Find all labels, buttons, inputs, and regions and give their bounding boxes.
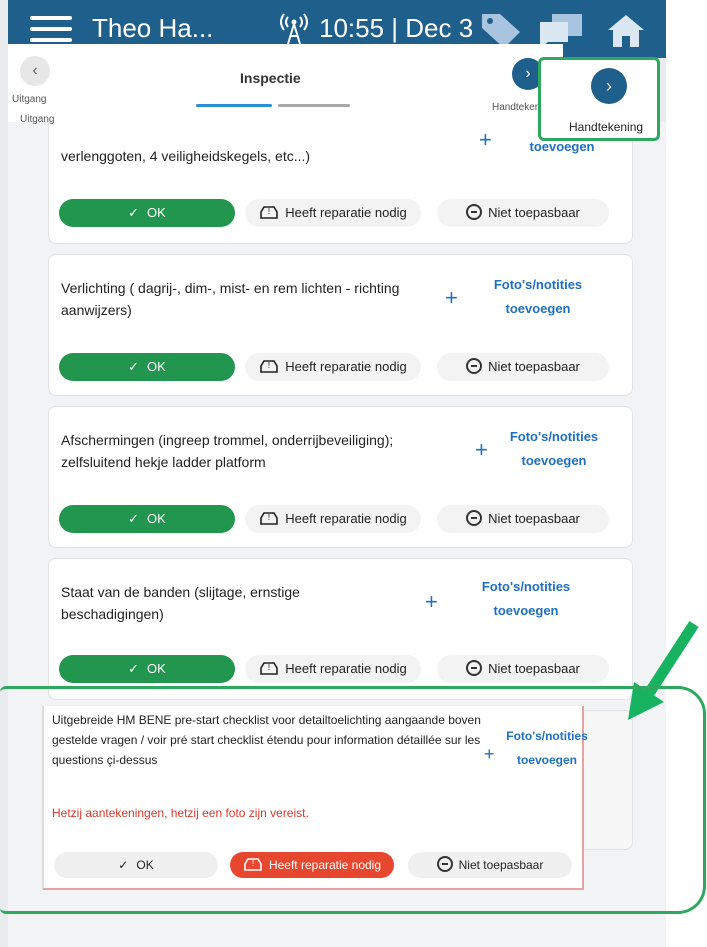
signature-zoom-highlight: › Handtekening (538, 57, 660, 141)
not-applicable-button[interactable]: Niet toepasbaar (437, 353, 609, 381)
not-applicable-button[interactable]: Niet toepasbaar (437, 199, 609, 227)
checklist-item-text: Afschermingen (ingreep trommel, onderrij… (61, 432, 394, 470)
svg-text:!: ! (268, 207, 270, 216)
repair-needed-button[interactable]: ! Heeft reparatie nodig (245, 505, 421, 533)
car-warning-icon: ! (260, 206, 279, 219)
plus-icon[interactable]: + (479, 127, 492, 153)
repair-needed-button[interactable]: ! Heeft reparatie nodig (245, 353, 421, 381)
minus-circle-icon (466, 510, 483, 526)
not-applicable-button[interactable]: Niet toepasbaar (408, 852, 572, 878)
car-warning-icon: ! (260, 360, 279, 373)
checklist-item-text: verlenggoten, 4 veiligheidskegels, etc..… (61, 148, 311, 164)
photo-notes-link[interactable]: Foto's/notities toevoegen (504, 724, 590, 772)
plus-icon[interactable]: + (475, 437, 488, 463)
svg-text:!: ! (268, 361, 270, 370)
svg-text:!: ! (268, 513, 270, 522)
checklist-item: Staat van de banden (slijtage, ernstige … (48, 558, 633, 700)
checklist-item: Afschermingen (ingreep trommel, onderrij… (48, 406, 633, 548)
car-warning-icon: ! (260, 662, 279, 675)
menu-icon[interactable] (30, 16, 72, 42)
inspection-header: ‹ Uitgang Uitgang Inspectie › Handtekeni… (8, 44, 563, 125)
ok-button[interactable]: ✓ OK (59, 199, 235, 227)
not-applicable-button[interactable]: Niet toepasbaar (437, 655, 609, 683)
repair-needed-button[interactable]: ! Heeft reparatie nodig (245, 199, 421, 227)
checklist-item-text: Verlichting ( dagrij-, dim-, mist- en re… (61, 280, 400, 318)
clock: 10:55 | Dec 3 (319, 13, 474, 43)
ok-button[interactable]: ✓ OK (59, 353, 235, 381)
repair-needed-button[interactable]: ! Heeft reparatie nodig (245, 655, 421, 683)
check-icon: ✓ (128, 511, 140, 526)
checklist-item-text: Uitgebreide HM BENE pre-start checklist … (52, 713, 481, 767)
chevron-left-icon[interactable]: ‹ (20, 56, 50, 86)
check-icon: ✓ (128, 359, 140, 374)
svg-text:!: ! (268, 663, 270, 672)
check-icon: ✓ (128, 661, 140, 676)
plus-icon[interactable]: + (425, 589, 438, 615)
minus-circle-icon (466, 204, 483, 220)
checklist-item-text: Staat van de banden (slijtage, ernstige … (61, 584, 300, 622)
progress-step-active (196, 104, 272, 107)
svg-text:!: ! (252, 859, 254, 868)
photo-notes-link[interactable]: Foto's/notities toevoegen (473, 273, 603, 321)
check-icon: ✓ (118, 858, 129, 872)
signature-zoom-label[interactable]: Handtekening (569, 120, 643, 134)
exit-label-shadow: Uitgang (20, 114, 55, 125)
checklist-item: Verlichting ( dagrij-, dim-, mist- en re… (48, 254, 633, 396)
check-icon: ✓ (128, 205, 140, 220)
car-warning-icon: ! (244, 858, 262, 871)
minus-circle-icon (436, 856, 453, 872)
validation-warning: Hetzij aantekeningen, hetzij een foto zi… (52, 806, 309, 820)
exit-label[interactable]: Uitgang (12, 94, 46, 105)
signal-icon (280, 13, 308, 45)
home-icon[interactable] (604, 12, 648, 50)
photo-notes-link[interactable]: Foto's/notities toevoegen (461, 575, 591, 623)
chevron-right-icon[interactable]: › (591, 68, 627, 104)
app-title: Theo Ha... (92, 13, 214, 43)
ok-button[interactable]: ✓ OK (59, 655, 235, 683)
photo-notes-link[interactable]: Foto's/notities toevoegen (489, 425, 619, 473)
not-applicable-button[interactable]: Niet toepasbaar (437, 505, 609, 533)
ok-button[interactable]: ✓ OK (59, 505, 235, 533)
checklist-item-focused: Uitgebreide HM BENE pre-start checklist … (42, 706, 588, 890)
plus-icon[interactable]: + (445, 285, 458, 311)
car-warning-icon: ! (260, 512, 279, 525)
plus-icon[interactable]: + (484, 744, 495, 765)
repair-needed-button[interactable]: ! Heeft reparatie nodig (230, 852, 394, 878)
minus-circle-icon (466, 358, 483, 374)
minus-circle-icon (466, 660, 483, 676)
ok-button[interactable]: ✓ OK (54, 852, 218, 878)
progress-step-inactive (278, 104, 350, 107)
page-title: Inspectie (240, 70, 301, 86)
